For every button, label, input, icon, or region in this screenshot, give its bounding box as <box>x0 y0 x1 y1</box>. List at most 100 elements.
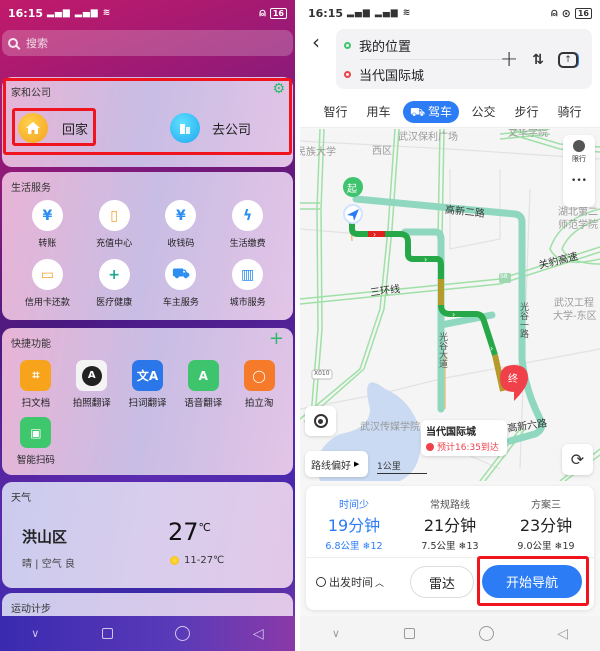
destination-popup[interactable]: 当代国际城 预计16:35到达 <box>421 420 507 456</box>
quick-qr-scan[interactable]: ▣ 智能扫码 <box>8 417 64 466</box>
route-plans: 时间少 19分钟 6.8公里 ❄12 常规路线 21分钟 7.5公里 ❄13 方案三 23分钟… <box>306 486 594 558</box>
plan-distance: 7.5公里 <box>421 541 456 552</box>
radar-button[interactable]: 雷达 <box>410 566 474 598</box>
weather-card[interactable]: 天气 洪山区 晴 | 空气 良 27 ℃ 11-27℃ <box>2 482 293 588</box>
tab-mode[interactable]: 公交 <box>462 103 505 120</box>
search-placeholder: 搜索 <box>26 37 48 50</box>
quick-camera[interactable]: ◯ 拍立淘 <box>231 360 287 409</box>
plan-distance: 6.8公里 <box>325 541 360 552</box>
plan-tag: 常规路线 <box>430 500 470 511</box>
svg-text:›: › <box>452 310 455 319</box>
service-label: 车主服务 <box>162 298 199 308</box>
plan-stats: 6.8公里 ❄12 <box>306 538 402 552</box>
collapse-chevron-icon[interactable]: ∨ <box>31 627 39 640</box>
signal-icon: ▂▄▆ ▂▄▆ ≋ <box>47 8 112 18</box>
destination-text: 当代国际城 <box>359 69 425 84</box>
locate-button[interactable] <box>305 406 336 436</box>
status-time: 16:15 <box>8 6 44 20</box>
temperature-block: 27 ℃ <box>168 518 211 546</box>
navigation-bar: ∨ ◁ <box>300 616 600 651</box>
status-time: 16:15 <box>308 6 344 20</box>
quick-functions-card: 快捷功能 + ⌗ 扫文档 A 拍照翻译 文A 扫词翻译 A 语音翻译 ◯ 拍立淘 ▣ 智能扫码 <box>2 328 293 475</box>
tab-mode[interactable]: 骑行 <box>548 103 591 120</box>
origin-text: 我的位置 <box>359 40 412 55</box>
quick-scan-word-translate[interactable]: 文A 扫词翻译 <box>120 360 176 409</box>
depart-time-button[interactable]: 出发时间 ︿ <box>316 574 384 590</box>
back-arrow-icon[interactable]: ‹ <box>312 30 320 54</box>
temperature-unit: ℃ <box>198 521 211 534</box>
map-label-guanggu1: 光谷一路 <box>518 302 528 338</box>
tab-mode[interactable]: 用车 <box>357 103 400 120</box>
life-services-card: 生活服务 ¥ 转账 ▯ 充值中心 ¥ 收钱码 ϟ 生活缴费 ▭ 信用卡还款 + 医疗健康 ⛟ 车主服务 ▥ 城… <box>2 172 293 320</box>
recent-apps-icon[interactable] <box>101 628 113 639</box>
weather-title: 天气 <box>11 493 31 504</box>
service-transfer[interactable]: ¥ 转账 <box>14 200 81 249</box>
quick-functions-title: 快捷功能 <box>11 339 51 350</box>
service-utility-bill[interactable]: ϟ 生活缴费 <box>214 200 281 249</box>
plan-duration: 21分钟 <box>423 516 477 535</box>
service-medical[interactable]: + 医疗健康 <box>81 259 148 308</box>
back-nav-icon[interactable]: ◁ <box>557 626 568 642</box>
add-waypoint-icon[interactable]: + <box>500 47 518 72</box>
more-options-button[interactable]: ••• <box>563 176 595 186</box>
quick-scan-document[interactable]: ⌗ 扫文档 <box>8 360 64 409</box>
route-plan-option[interactable]: 时间少 19分钟 6.8公里 ❄12 <box>306 486 402 557</box>
service-city-service[interactable]: ▥ 城市服务 <box>214 259 281 308</box>
phone-recharge-icon: ▯ <box>98 200 130 231</box>
tab-label: 用车 <box>366 105 391 119</box>
origin-field[interactable]: 我的位置 <box>344 36 411 55</box>
service-receive-money[interactable]: ¥ 收钱码 <box>148 200 215 249</box>
route-preference-label: 路线偏好 <box>311 460 351 472</box>
quick-label: 拍照翻译 <box>72 398 111 409</box>
home-nav-icon[interactable] <box>478 626 494 641</box>
map-label-wenhua: 文华学院 <box>508 129 548 139</box>
vehicle-settings-icon[interactable]: ↑ <box>558 51 578 68</box>
map-label-wuhan-eng2: 大学-东区 <box>553 311 597 322</box>
route-input-box: 我的位置 当代国际城 + ⇅ ↑ <box>336 29 592 89</box>
life-services-title: 生活服务 <box>11 183 51 194</box>
utility-bill-icon: ϟ <box>232 200 264 231</box>
collapse-chevron-icon[interactable]: ∨ <box>332 627 340 640</box>
route-plans-card: 时间少 19分钟 6.8公里 ❄12 常规路线 21分钟 7.5公里 ❄13 方案三 23分钟… <box>306 486 594 610</box>
map-label-normal: 师范学院 <box>558 220 598 231</box>
plan-tag: 方案三 <box>531 500 561 511</box>
tab-mode[interactable]: 智行 <box>314 103 357 120</box>
add-icon[interactable]: + <box>269 328 284 349</box>
map-side-tools: 限行 ••• <box>563 135 595 207</box>
quick-voice-translate[interactable]: A 语音翻译 <box>175 360 231 409</box>
status-bar: 16:15 ▂▄▆ ▂▄▆ ≋ ⍝ ⊙ 16 <box>300 0 600 26</box>
plan-distance: 9.0公里 <box>517 541 552 552</box>
tab-mode[interactable]: 步行 <box>505 103 548 120</box>
service-phone-recharge[interactable]: ▯ 充值中心 <box>81 200 148 249</box>
refresh-route-button[interactable]: ⟳ <box>562 444 593 475</box>
qr-scan-icon: ▣ <box>20 417 52 448</box>
service-credit-card[interactable]: ▭ 信用卡还款 <box>14 259 81 308</box>
swap-route-icon[interactable]: ⇅ <box>532 52 544 68</box>
alarm-icon: ⍝ <box>551 6 558 19</box>
traffic-restriction-button[interactable]: 限行 <box>563 135 595 164</box>
tab-mode[interactable]: ⛟ 驾车 <box>403 100 459 123</box>
traffic-light-icon: ❄ <box>458 541 467 552</box>
temperature-range-row: 11-27℃ <box>170 555 224 566</box>
map-label-poly-plaza: 武汉保利广场 <box>398 132 458 143</box>
service-car-service[interactable]: ⛟ 车主服务 <box>148 259 215 308</box>
map-view[interactable]: › › › › 武汉保利广场 文华学院 民族大学 西区 高新二路 湖北第二 师范学院 … <box>300 129 600 481</box>
recent-apps-icon[interactable] <box>403 628 415 639</box>
home-nav-icon[interactable] <box>175 626 191 641</box>
quick-label: 语音翻译 <box>184 398 223 409</box>
search-bar[interactable]: 搜索 <box>2 30 293 56</box>
signal-icon: ▂▄▆ ▂▄▆ ≋ <box>347 8 412 18</box>
left-phone-screen: 16:15 ▂▄▆ ▂▄▆ ≋ ⍝ 16 搜索 家和公司 ⚙ 回家 去公司 生活… <box>0 0 295 651</box>
quick-photo-translate[interactable]: A 拍照翻译 <box>64 360 120 409</box>
city-service-icon: ▥ <box>232 259 264 290</box>
quick-label: 拍立淘 <box>244 398 274 409</box>
route-plan-option[interactable]: 方案三 23分钟 9.0公里 ❄19 <box>498 486 594 557</box>
battery-icon: 16 <box>269 7 287 19</box>
back-nav-icon[interactable]: ◁ <box>253 626 264 642</box>
scan-word-translate-icon: 文A <box>131 360 163 391</box>
route-plan-option[interactable]: 常规路线 21分钟 7.5公里 ❄13 <box>402 486 498 557</box>
route-preference-button[interactable]: 路线偏好 ▶ <box>305 451 368 477</box>
destination-field[interactable]: 当代国际城 <box>344 65 424 84</box>
quick-label: 扫词翻译 <box>128 398 167 409</box>
map-label-media: 武汉传媒学院 <box>360 422 420 433</box>
